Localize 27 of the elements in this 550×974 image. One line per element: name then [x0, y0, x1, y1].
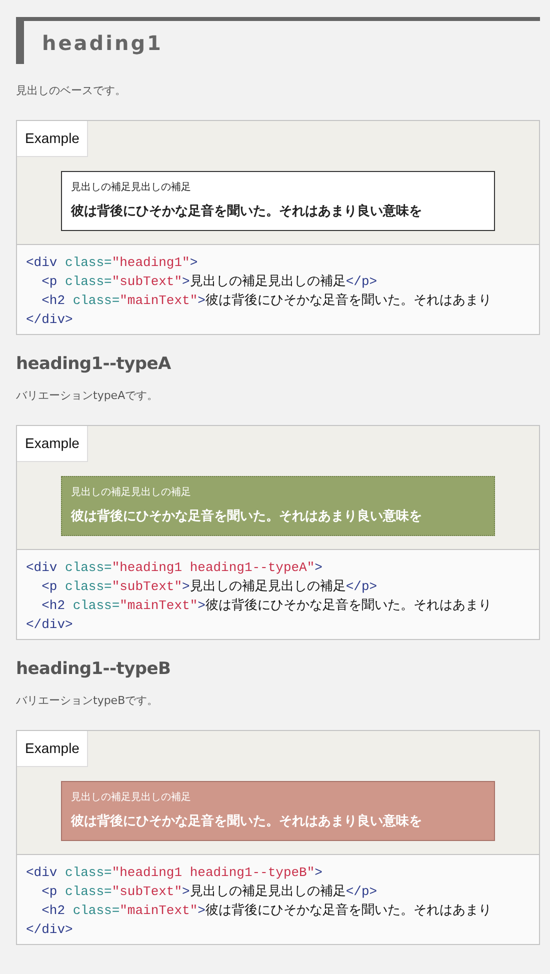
section-title: heading1--typeB [16, 658, 172, 679]
code-line: <h2 class="mainText">彼は背後にひそかな足音を聞いた。それはあまり [40, 292, 492, 310]
main-text: 彼は背後にひそかな足音を聞いた。それはあまり良い意味を [71, 508, 423, 525]
description-text: バリエーションtypeBです。 [16, 693, 160, 709]
sub-text: 見出しの補足見出しの補足 [71, 180, 192, 194]
example-label: Example [17, 426, 88, 462]
code-line: <div class="heading1"> [26, 254, 199, 272]
section-title: heading1--typeA [16, 353, 172, 374]
example-label: Example [17, 731, 88, 767]
code-line: <div class="heading1 heading1--typeB"> [26, 864, 324, 882]
main-text: 彼は背後にひそかな足音を聞いた。それはあまり良い意味を [71, 202, 423, 220]
code-line: <p class="subText">見出しの補足見出しの補足</p> [40, 578, 378, 596]
code-line: </div> [26, 616, 74, 634]
page-title: heading1 [42, 30, 163, 54]
code-line: </div> [26, 921, 74, 939]
sub-text: 見出しの補足見出しの補足 [71, 486, 192, 499]
main-text: 彼は背後にひそかな足音を聞いた。それはあまり良い意味を [71, 812, 423, 830]
code-line: <p class="subText">見出しの補足見出しの補足</p> [40, 883, 378, 901]
code-line: <h2 class="mainText">彼は背後にひそかな足音を聞いた。それはあまり [40, 902, 492, 920]
code-line: </div> [26, 311, 74, 329]
code-line: <h2 class="mainText">彼は背後にひそかな足音を聞いた。それはあまり [40, 597, 492, 615]
description-text: バリエーションtypeAです。 [16, 388, 160, 404]
description-text: 見出しのベースです。 [16, 83, 127, 99]
code-line: <div class="heading1 heading1--typeA"> [26, 559, 324, 577]
example-label: Example [17, 121, 88, 157]
sub-text: 見出しの補足見出しの補足 [71, 790, 192, 804]
code-line: <p class="subText">見出しの補足見出しの補足</p> [40, 273, 378, 291]
